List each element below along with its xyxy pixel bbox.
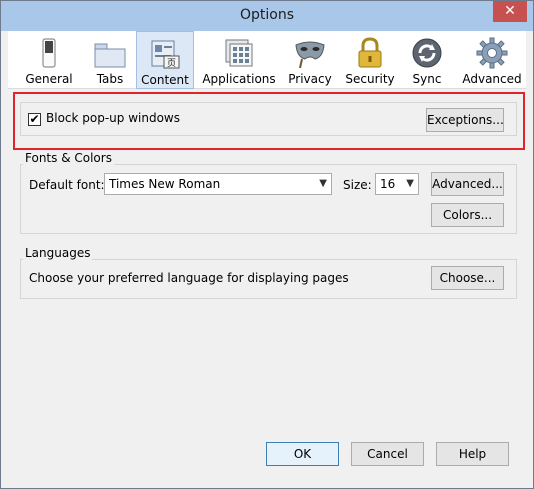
tab-applications[interactable]: Applications	[199, 31, 279, 89]
colors-button[interactable]: Colors...	[431, 203, 504, 227]
block-popups-label[interactable]: Block pop-up windows	[46, 111, 180, 125]
tab-tabs[interactable]: Tabs	[82, 31, 138, 89]
padlock-icon	[358, 37, 382, 68]
tab-security[interactable]: Security	[340, 31, 400, 89]
content-page-icon: 页	[151, 40, 180, 69]
help-button[interactable]: Help	[436, 442, 509, 466]
sync-icon	[412, 38, 442, 68]
size-label: Size:	[343, 178, 372, 192]
tab-content[interactable]: 页 Content	[136, 31, 194, 89]
tab-content-label: Content	[141, 73, 189, 87]
mask-icon	[295, 41, 325, 69]
folder-tabs-icon	[94, 43, 126, 68]
chevron-down-icon: ▼	[406, 178, 414, 189]
advanced-fonts-button[interactable]: Advanced...	[431, 172, 504, 196]
languages-title: Languages	[23, 246, 93, 260]
tab-general-label: General	[25, 72, 73, 86]
tab-privacy[interactable]: Privacy	[282, 31, 338, 89]
window-title: Options	[239, 7, 295, 23]
gear-icon	[476, 37, 508, 69]
font-size-select[interactable]: 16 ▼	[375, 173, 419, 195]
tab-sync-label: Sync	[412, 72, 442, 86]
default-font-label: Default font:	[29, 178, 105, 192]
block-popups-checkbox[interactable]: ✔	[28, 113, 41, 126]
tab-applications-label: Applications	[202, 72, 276, 86]
languages-description: Choose your preferred language for displ…	[29, 271, 349, 285]
content-pane: ✔ Block pop-up windows Exceptions... Fon…	[8, 89, 526, 483]
options-window: Options ✕ General Tabs 页 Content Applica…	[0, 0, 534, 489]
preferences-toolbar: General Tabs 页 Content Applications Priv…	[8, 31, 526, 89]
applications-icon	[225, 39, 253, 67]
default-font-value: Times New Roman	[109, 177, 221, 191]
title-bar[interactable]: Options ✕	[1, 1, 533, 31]
choose-language-button[interactable]: Choose...	[431, 266, 504, 290]
tab-advanced-label: Advanced	[462, 72, 522, 86]
exceptions-button[interactable]: Exceptions...	[426, 108, 504, 132]
svg-text:页: 页	[167, 58, 176, 69]
tab-privacy-label: Privacy	[288, 72, 332, 86]
chevron-down-icon: ▼	[319, 178, 327, 189]
fonts-colors-title: Fonts & Colors	[23, 151, 114, 165]
tab-security-label: Security	[345, 72, 395, 86]
block-popups-label-text: Block pop-up windows	[46, 111, 180, 125]
tab-tabs-label: Tabs	[96, 72, 124, 86]
tab-sync[interactable]: Sync	[402, 31, 452, 89]
tab-advanced[interactable]: Advanced	[458, 31, 526, 89]
font-size-value: 16	[380, 177, 396, 191]
close-button[interactable]: ✕	[493, 1, 527, 22]
tab-general[interactable]: General	[16, 31, 82, 89]
default-font-select[interactable]: Times New Roman ▼	[104, 173, 332, 195]
cancel-button[interactable]: Cancel	[351, 442, 424, 466]
ok-button[interactable]: OK	[266, 442, 339, 466]
switch-icon	[42, 38, 56, 68]
